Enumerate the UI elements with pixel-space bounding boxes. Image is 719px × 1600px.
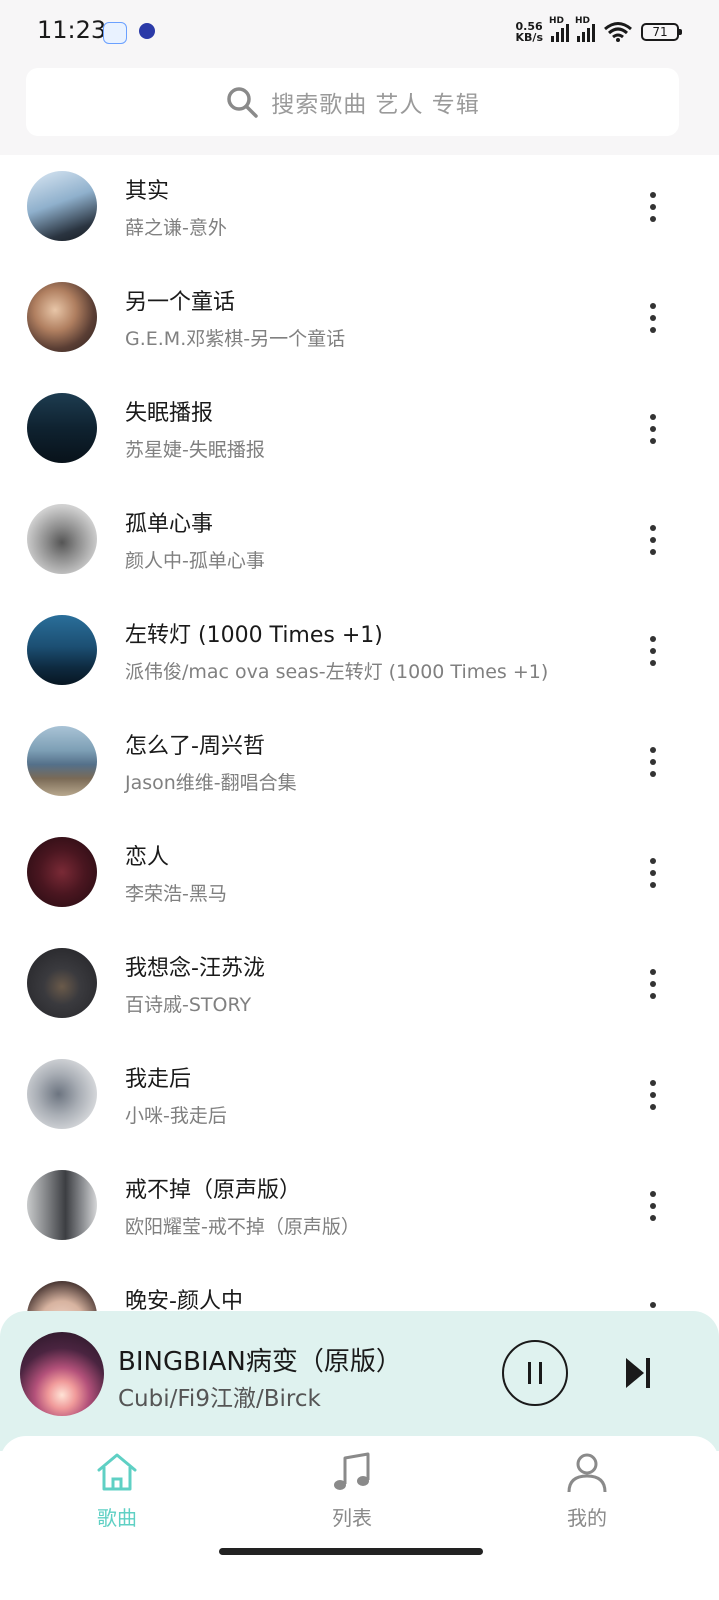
song-row[interactable]: 另一个童话 G.E.M.邓紫棋-另一个童话 [0,266,719,377]
more-options-icon[interactable] [638,187,668,227]
more-options-icon[interactable] [638,409,668,449]
song-subtitle: 苏星婕-失眠播报 [125,439,265,461]
music-note-icon [334,1452,370,1490]
song-title: 晚安-颜人中 [125,1289,243,1311]
song-subtitle: 派伟俊/mac ova seas-左转灯 (1000 Times +1) [125,661,549,683]
pause-button[interactable] [502,1340,568,1406]
battery-icon: 71 [641,23,682,41]
song-list[interactable]: 其实 薛之谦-意外 另一个童话 G.E.M.邓紫棋-另一个童话 失眠播报 苏星婕… [0,155,719,1311]
song-title: 我走后 [125,1067,192,1092]
now-playing-cover [20,1332,104,1416]
nav-mine[interactable]: 我的 [527,1450,647,1531]
bottom-nav: 歌曲 列表 我的 [0,1436,719,1600]
song-row[interactable]: 晚安-颜人中 [0,1265,719,1311]
song-row[interactable]: 恋人 李荣浩-黑马 [0,821,719,932]
home-icon [97,1453,137,1491]
more-options-icon[interactable] [638,964,668,1004]
song-subtitle: Jason维维-翻唱合集 [125,772,297,794]
song-title: 孤单心事 [125,512,214,537]
album-cover [27,393,97,463]
status-time: 11:23 [37,16,107,44]
song-subtitle: 李荣浩-黑马 [125,883,227,905]
status-bar: 11:23 0.56 KB/s HD HD 71 [0,0,719,62]
search-placeholder: 搜索歌曲 艺人 专辑 [271,92,480,118]
now-playing-artist: Cubi/Fi9江澈/Birck [118,1386,321,1412]
nav-mine-label: 我的 [567,1506,607,1530]
more-options-icon[interactable] [638,298,668,338]
album-cover [27,726,97,796]
song-title: 戒不掉（原声版） [125,1178,302,1203]
album-cover [27,1281,97,1311]
user-icon [567,1453,607,1493]
hd-label-2: HD [575,16,591,26]
more-options-icon[interactable] [638,1186,668,1226]
nav-songs-label: 歌曲 [97,1506,137,1530]
more-options-icon[interactable] [638,742,668,782]
nav-lists-label: 列表 [332,1506,372,1530]
song-row[interactable]: 失眠播报 苏星婕-失眠播报 [0,377,719,488]
album-cover [27,615,97,685]
song-subtitle: 薛之谦-意外 [125,217,227,239]
nav-songs[interactable]: 歌曲 [57,1450,177,1531]
more-options-icon[interactable] [638,1075,668,1115]
search-input[interactable]: 搜索歌曲 艺人 专辑 [26,68,679,136]
song-row[interactable]: 怎么了-周兴哲 Jason维维-翻唱合集 [0,710,719,821]
gesture-home-bar[interactable] [219,1548,483,1555]
song-row[interactable]: 孤单心事 颜人中-孤单心事 [0,488,719,599]
album-cover [27,171,97,241]
song-title: 左转灯 (1000 Times +1) [125,623,383,648]
more-options-icon[interactable] [638,520,668,560]
song-title: 怎么了-周兴哲 [125,734,265,759]
song-subtitle: G.E.M.邓紫棋-另一个童话 [125,328,346,350]
song-subtitle: 百诗戚-STORY [125,994,252,1016]
skip-next-icon[interactable] [624,1356,652,1390]
network-speed: 0.56 KB/s [516,21,543,43]
album-cover [27,1059,97,1129]
song-row[interactable]: 我想念-汪苏泷 百诗戚-STORY [0,932,719,1043]
song-row[interactable]: 左转灯 (1000 Times +1) 派伟俊/mac ova seas-左转灯… [0,599,719,710]
album-cover [27,1170,97,1240]
wifi-icon [604,22,632,42]
song-subtitle: 小咪-我走后 [125,1105,227,1127]
album-cover [27,948,97,1018]
song-title: 恋人 [125,845,170,870]
network-speed-unit: KB/s [515,31,543,44]
mini-player[interactable]: BINGBIAN病变（原版） Cubi/Fi9江澈/Birck [0,1311,719,1451]
nav-lists[interactable]: 列表 [292,1450,412,1531]
search-icon [227,87,258,118]
song-title: 我想念-汪苏泷 [125,956,265,981]
more-options-icon[interactable] [638,631,668,671]
app-notification-icon [103,22,127,44]
song-subtitle: 颜人中-孤单心事 [125,550,265,572]
album-cover [27,504,97,574]
signal-icon-2: HD [575,16,595,42]
hd-label: HD [549,16,565,26]
song-row[interactable]: 其实 薛之谦-意外 [0,155,719,266]
song-row[interactable]: 我走后 小咪-我走后 [0,1043,719,1154]
album-cover [27,282,97,352]
album-cover [27,837,97,907]
song-row[interactable]: 戒不掉（原声版） 欧阳耀莹-戒不掉（原声版） [0,1154,719,1265]
more-options-icon[interactable] [638,1297,668,1311]
song-subtitle: 欧阳耀莹-戒不掉（原声版） [125,1216,360,1238]
song-title: 失眠播报 [125,401,214,426]
more-options-icon[interactable] [638,853,668,893]
search-header: 搜索歌曲 艺人 专辑 [0,62,719,155]
now-playing-title: BINGBIAN病变（原版） [118,1347,402,1377]
song-title: 另一个童话 [125,290,236,315]
app-notification-icon-2 [139,23,155,39]
signal-icon: HD [549,16,569,42]
song-title: 其实 [125,179,170,204]
